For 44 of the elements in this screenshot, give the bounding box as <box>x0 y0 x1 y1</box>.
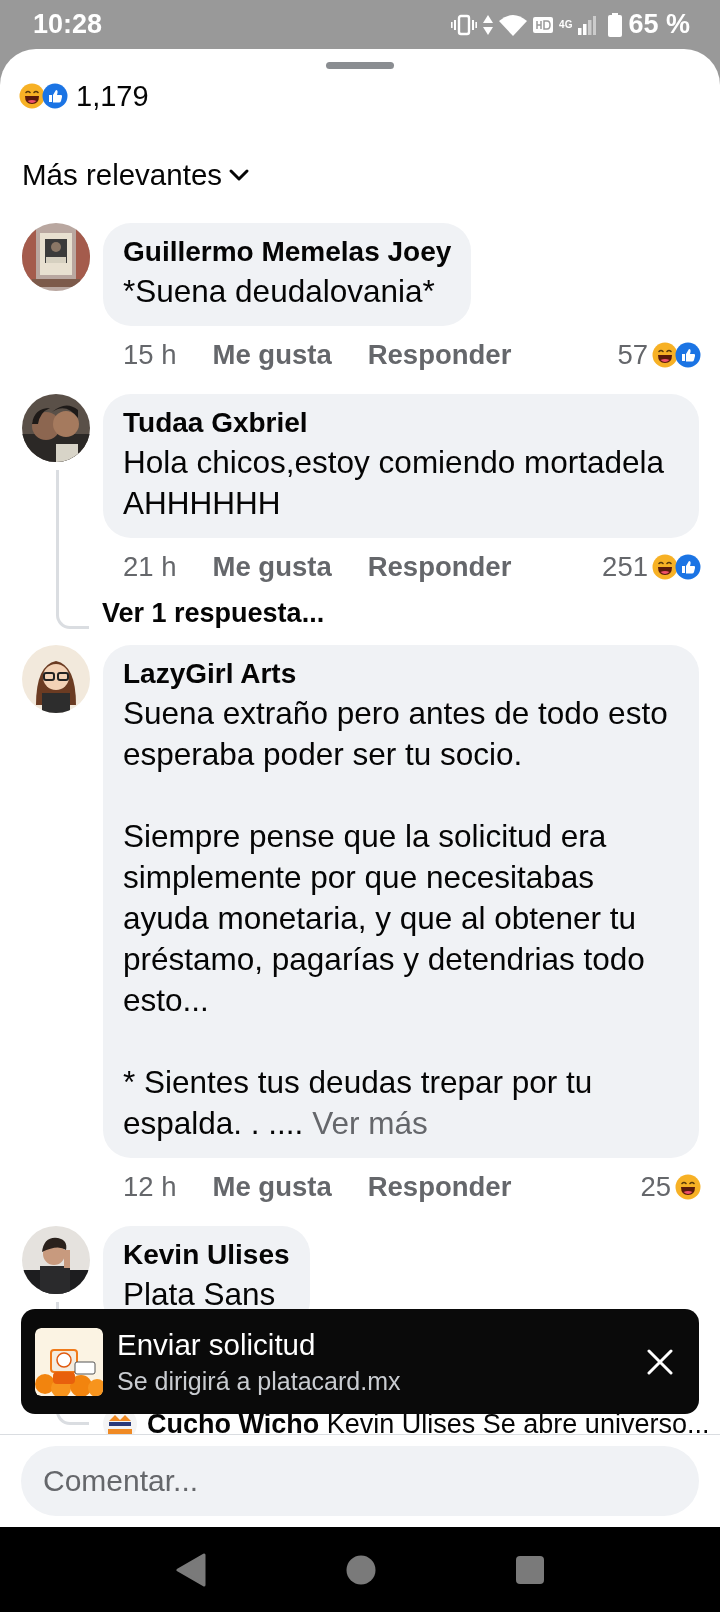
toast-subtitle: Se dirigirá a platacard.mx <box>117 1365 402 1397</box>
drag-handle[interactable] <box>326 62 394 69</box>
reply-link[interactable]: Responder <box>367 551 512 583</box>
see-more-link[interactable]: Ver más <box>312 1105 428 1141</box>
network-type-label: 4G <box>559 19 573 30</box>
reaction-count[interactable]: 251 <box>602 551 648 583</box>
comment-text: *Suena deudalovania* <box>123 272 436 311</box>
comment-author[interactable]: LazyGirl Arts <box>123 655 679 693</box>
like-link[interactable]: Me gusta <box>212 1171 332 1203</box>
clock: 10:28 <box>33 9 103 40</box>
comment-author[interactable]: Tudaa Gxbriel <box>123 404 679 442</box>
comment-text: Plata Sans <box>123 1275 277 1314</box>
comment-time: 12 h <box>123 1171 177 1203</box>
back-icon <box>176 1552 206 1587</box>
wifi-icon <box>499 13 528 36</box>
like-link[interactable]: Me gusta <box>212 339 332 371</box>
comment-field[interactable]: Comentar... <box>21 1446 699 1516</box>
comment-time: 21 h <box>123 551 177 583</box>
signal-icon <box>578 14 597 35</box>
comment-text: Siempre pense que la solicitud era simplemente por que necesitabas ayuda monetaria, y que al obtener tu préstamo, pagarías y detendrias todo esto... <box>123 817 646 1020</box>
reaction-count[interactable]: 1,179 <box>76 79 149 113</box>
toast-title: Enviar solicitud <box>117 1326 317 1363</box>
vibrate-icon <box>451 13 478 36</box>
sort-dropdown[interactable]: Más relevantes <box>22 158 251 192</box>
view-replies-link[interactable]: Ver 1 respuesta... <box>102 598 325 629</box>
data-arrows-icon <box>483 14 494 35</box>
home-icon <box>346 1554 376 1585</box>
like-link[interactable]: Me gusta <box>212 551 332 583</box>
reply-link[interactable]: Responder <box>367 339 512 371</box>
comment-text: Suena extraño pero antes de todo esto esperaba poder ser tu socio. <box>123 694 669 774</box>
comment-text: Hola chicos,estoy comiendo mortadela AHHHHHH <box>123 443 666 523</box>
comment-text: * Sientes tus deudas trepar por tu espalda. . .... Ver más <box>123 1063 594 1143</box>
battery-percent: 65 % <box>628 9 690 40</box>
recent-apps-icon <box>516 1555 544 1584</box>
reply-link[interactable]: Responder <box>367 1171 512 1203</box>
chevron-down-icon <box>228 168 251 182</box>
comment-time: 15 h <box>123 339 177 371</box>
comment-author[interactable]: Kevin Ulises <box>123 1236 290 1274</box>
reaction-count[interactable]: 57 <box>617 339 648 371</box>
close-icon <box>647 1348 673 1375</box>
reaction-count[interactable]: 25 <box>640 1171 671 1203</box>
hd-icon <box>533 16 554 33</box>
battery-icon <box>608 12 623 37</box>
comment-author[interactable]: Guillermo Memelas Joey <box>123 233 452 271</box>
